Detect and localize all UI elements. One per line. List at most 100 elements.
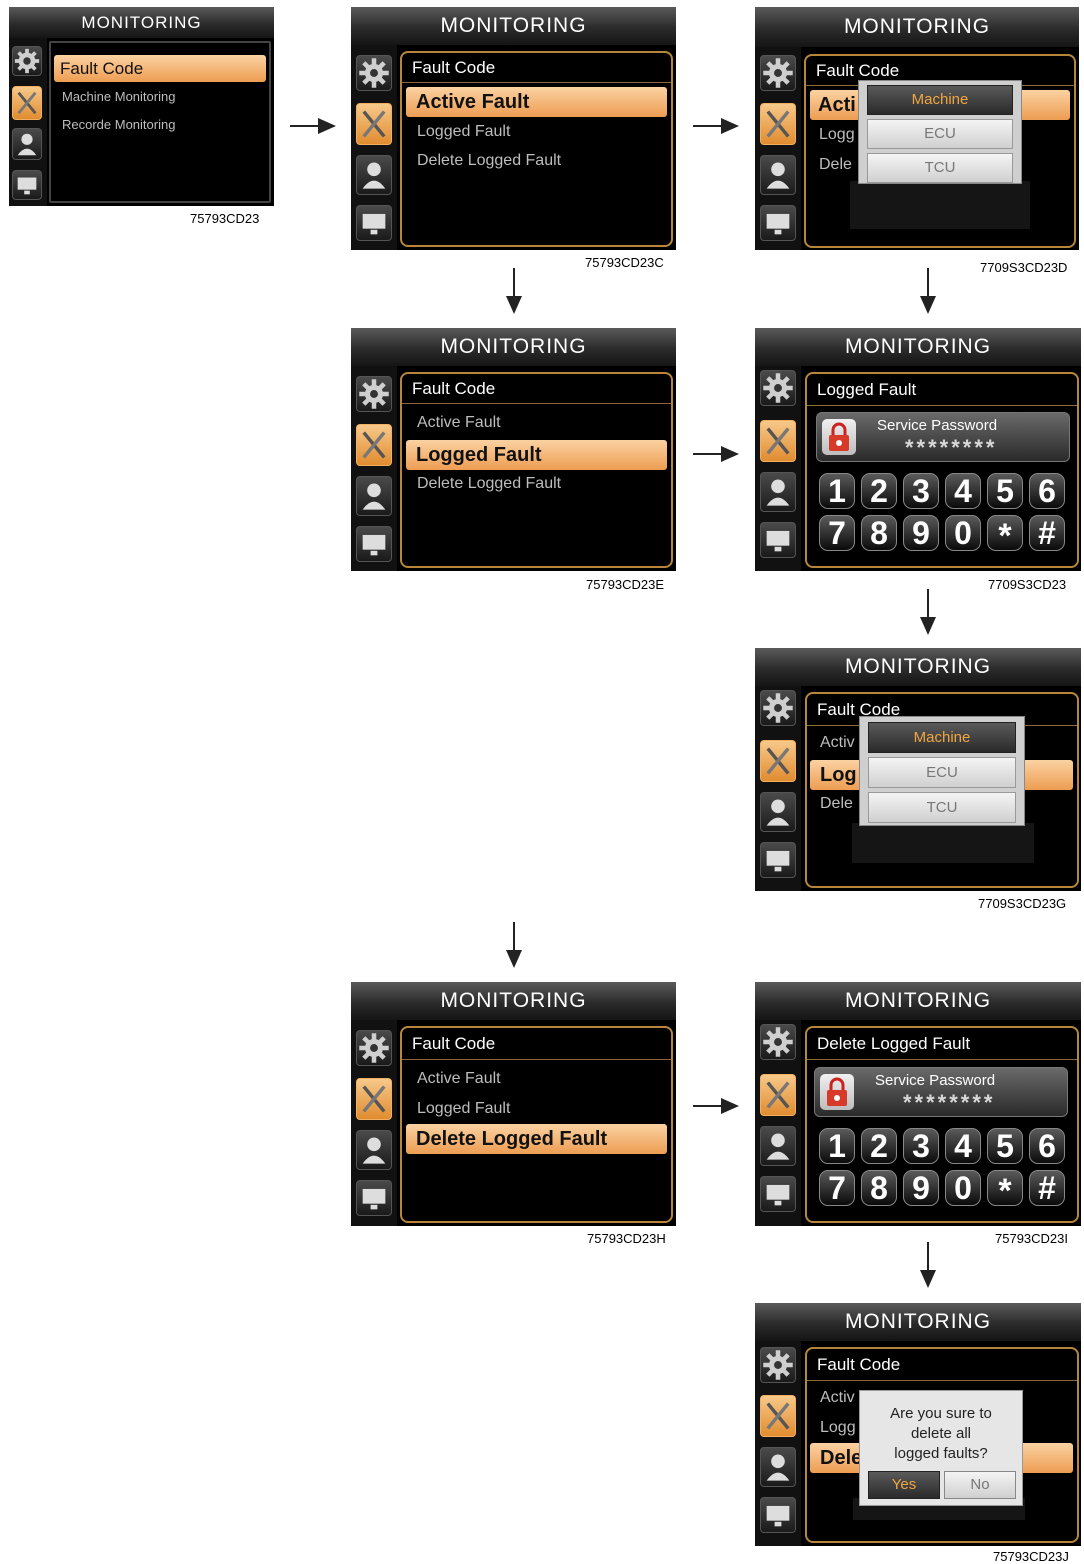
tools-wrench-icon[interactable]: [760, 1395, 796, 1437]
user-icon[interactable]: [760, 1447, 796, 1487]
monitor-display-icon[interactable]: [760, 1176, 796, 1212]
keypad-key[interactable]: 7: [819, 515, 855, 551]
monitor-display-icon[interactable]: [356, 526, 392, 562]
padlock-icon: [822, 419, 856, 455]
tools-wrench-icon[interactable]: [760, 740, 796, 782]
screen-title: MONITORING: [755, 1303, 1081, 1341]
tools-wrench-icon[interactable]: [356, 103, 392, 145]
keypad-key[interactable]: 4: [945, 473, 981, 509]
delete-confirm-dialog: Are you sure to delete all logged faults…: [859, 1390, 1023, 1506]
user-icon[interactable]: [356, 1130, 392, 1170]
keypad-key[interactable]: 9: [903, 1170, 939, 1206]
monitor-display-icon[interactable]: [760, 842, 796, 878]
no-button[interactable]: No: [944, 1471, 1016, 1499]
password-field[interactable]: Service Password ********: [814, 1067, 1068, 1117]
keypad-key[interactable]: #: [1029, 1170, 1065, 1206]
settings-gear-icon[interactable]: [356, 376, 392, 412]
menu-item-delete-logged-fault[interactable]: Delete Logged Fault: [417, 152, 561, 170]
menu-item-delete-logged-fault[interactable]: Delete Logged Fault: [406, 1124, 667, 1154]
settings-gear-icon[interactable]: [760, 370, 796, 406]
keypad-key[interactable]: 5: [987, 1128, 1023, 1164]
user-icon[interactable]: [760, 1126, 796, 1166]
keypad-key[interactable]: 0: [945, 515, 981, 551]
menu-item-logged-fault[interactable]: Logg: [820, 1419, 856, 1437]
tools-wrench-icon[interactable]: [12, 86, 42, 120]
yes-button[interactable]: Yes: [868, 1471, 940, 1499]
keypad-key[interactable]: 6: [1029, 1128, 1065, 1164]
monitor-display-icon[interactable]: [12, 170, 42, 200]
screen-title: MONITORING: [351, 328, 676, 366]
keypad-key[interactable]: 3: [903, 473, 939, 509]
menu-item-active-fault[interactable]: Active Fault: [406, 87, 667, 117]
monitor-display-icon[interactable]: [760, 1497, 796, 1533]
settings-gear-icon[interactable]: [760, 690, 796, 726]
user-icon[interactable]: [760, 472, 796, 512]
tools-wrench-icon[interactable]: [760, 420, 796, 462]
keypad-key[interactable]: 7: [819, 1170, 855, 1206]
settings-gear-icon[interactable]: [760, 1347, 796, 1383]
settings-gear-icon[interactable]: [760, 1024, 796, 1060]
menu-item-recorde-monitoring[interactable]: Recorde Monitoring: [62, 117, 175, 132]
keypad-key[interactable]: *: [987, 1170, 1023, 1210]
screen-delete-confirm: MONITORING Fault Code Activ Logg Dele Ar…: [755, 1303, 1081, 1546]
monitor-display-icon[interactable]: [356, 205, 392, 241]
menu-item-active-fault[interactable]: Active Fault: [417, 1070, 501, 1088]
ecu-option-button[interactable]: ECU: [867, 119, 1013, 149]
keypad-key[interactable]: 8: [861, 1170, 897, 1206]
keypad-key[interactable]: 9: [903, 515, 939, 551]
keypad-key[interactable]: 2: [861, 473, 897, 509]
settings-gear-icon[interactable]: [760, 55, 796, 91]
settings-gear-icon[interactable]: [12, 46, 42, 76]
figure-caption: 75793CD23E: [586, 577, 665, 592]
monitor-display-icon[interactable]: [760, 522, 796, 558]
panel-header: Fault Code: [402, 1028, 671, 1060]
keypad-key[interactable]: #: [1029, 515, 1065, 551]
keypad-key[interactable]: *: [987, 515, 1023, 555]
user-icon[interactable]: [356, 476, 392, 516]
menu-item-logged-fault[interactable]: Logged Fault: [417, 1100, 510, 1118]
screen-main-menu: MONITORING Fault Code Machine Monitoring…: [9, 7, 274, 206]
settings-gear-icon[interactable]: [356, 1030, 392, 1066]
machine-option-button[interactable]: Machine: [867, 85, 1013, 115]
keypad-key[interactable]: 1: [819, 1128, 855, 1164]
controller-select-popup: Machine ECU TCU: [858, 80, 1022, 184]
tools-wrench-icon[interactable]: [356, 1078, 392, 1120]
machine-option-button[interactable]: Machine: [868, 722, 1016, 753]
tools-wrench-icon[interactable]: [760, 1074, 796, 1116]
tools-wrench-icon[interactable]: [760, 103, 796, 145]
tools-wrench-icon[interactable]: [356, 424, 392, 466]
menu-item-logged-fault[interactable]: Logg: [819, 126, 855, 144]
password-field[interactable]: Service Password ********: [816, 412, 1070, 462]
user-icon[interactable]: [356, 155, 392, 195]
menu-item-delete-logged-fault[interactable]: Dele: [820, 795, 853, 813]
tcu-option-button[interactable]: TCU: [868, 792, 1016, 823]
tcu-option-button[interactable]: TCU: [867, 153, 1013, 183]
keypad-key[interactable]: 2: [861, 1128, 897, 1164]
keypad-key[interactable]: 5: [987, 473, 1023, 509]
monitor-display-icon[interactable]: [356, 1180, 392, 1216]
menu-item-delete-logged-fault[interactable]: Delete Logged Fault: [417, 475, 561, 493]
monitor-display-icon[interactable]: [760, 205, 796, 241]
ecu-option-button[interactable]: ECU: [868, 757, 1016, 788]
menu-item-delete-logged-fault[interactable]: Dele: [819, 156, 852, 174]
screen-select-controller-logged: MONITORING Fault Code Activ Log Dele Mac…: [755, 648, 1081, 891]
settings-gear-icon[interactable]: [356, 55, 392, 91]
menu-item-logged-fault[interactable]: Logged Fault: [406, 440, 667, 470]
menu-item-fault-code[interactable]: Fault Code: [54, 55, 266, 82]
keypad-key[interactable]: 3: [903, 1128, 939, 1164]
menu-item-active-fault[interactable]: Active Fault: [417, 414, 501, 432]
keypad-key[interactable]: 6: [1029, 473, 1065, 509]
menu-item-logged-fault[interactable]: Logged Fault: [417, 123, 510, 141]
menu-item-active-fault[interactable]: Activ: [820, 734, 855, 752]
user-icon[interactable]: [760, 155, 796, 195]
user-icon[interactable]: [760, 792, 796, 832]
screen-fault-code-delete: MONITORING Fault Code Active Fault Logge…: [351, 982, 676, 1226]
keypad-key[interactable]: 0: [945, 1170, 981, 1206]
keypad-key[interactable]: 8: [861, 515, 897, 551]
keypad-key[interactable]: 1: [819, 473, 855, 509]
keypad-key[interactable]: 4: [945, 1128, 981, 1164]
user-icon[interactable]: [12, 128, 42, 160]
menu-item-machine-monitoring[interactable]: Machine Monitoring: [62, 89, 175, 104]
panel-header: Fault Code: [807, 1349, 1077, 1381]
menu-item-active-fault[interactable]: Activ: [820, 1389, 855, 1407]
